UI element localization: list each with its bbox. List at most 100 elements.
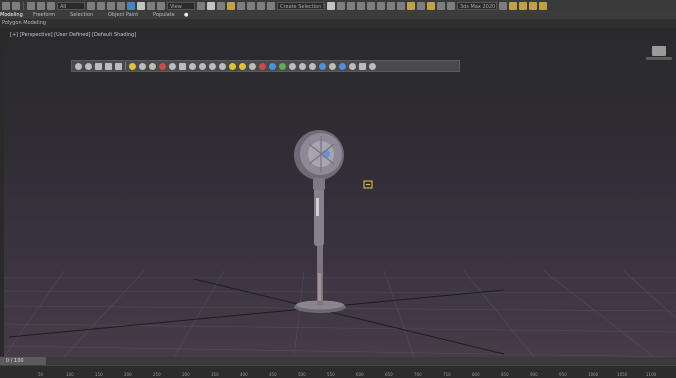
globe-icon[interactable] — [239, 62, 246, 70]
render-production-icon[interactable] — [427, 1, 435, 10]
viewport-label[interactable]: [+] [Perspective] [User Defined] [Defaul… — [10, 32, 136, 38]
decal-icon[interactable] — [299, 62, 306, 70]
selection-filter-dropdown[interactable]: All — [57, 1, 85, 10]
grid-axis-x — [8, 289, 505, 338]
tab-modeling[interactable]: Modeling — [0, 11, 23, 19]
help-icon[interactable] — [369, 62, 376, 70]
palette-icon[interactable] — [169, 62, 176, 70]
track-bar-label: 400 — [240, 372, 248, 377]
render-icon[interactable] — [159, 62, 166, 70]
tab-selection[interactable]: Selection — [70, 11, 93, 19]
track-bar-label: 150 — [95, 372, 103, 377]
fur-icon[interactable] — [289, 62, 296, 70]
layout-icon[interactable] — [179, 62, 186, 70]
bottle-icon[interactable] — [349, 62, 356, 70]
material-editor-icon[interactable] — [397, 1, 405, 10]
select-place-icon[interactable] — [157, 1, 165, 10]
link-icon[interactable] — [27, 1, 35, 10]
mirror-icon[interactable] — [327, 1, 335, 10]
viewcube[interactable] — [652, 46, 666, 56]
select-by-name-icon[interactable] — [97, 1, 105, 10]
perspective-viewport[interactable]: [+] [Perspective] [User Defined] [Defaul… — [0, 28, 676, 357]
a360-gallery-icon[interactable] — [447, 1, 455, 10]
shape-icon[interactable] — [209, 62, 216, 70]
light-icon[interactable] — [129, 62, 136, 70]
pivot-center-icon[interactable] — [197, 1, 205, 10]
timeline[interactable]: 0 / 100 — [0, 357, 676, 365]
cloud-icon[interactable] — [75, 62, 82, 70]
browse-folder-icon[interactable] — [529, 1, 537, 10]
select-move-icon[interactable] — [127, 1, 135, 10]
keyboard-shortcut-override-icon[interactable] — [217, 1, 225, 10]
particle-icon[interactable] — [259, 62, 266, 70]
time-slider[interactable]: 0 / 100 — [0, 357, 46, 365]
toggle-ribbon-icon[interactable] — [367, 1, 375, 10]
ribbon-toggle-icon[interactable]: ● — [184, 11, 188, 19]
tab-object-paint[interactable]: Object Paint — [108, 11, 138, 19]
edit-named-selection-icon[interactable] — [267, 1, 275, 10]
unlink-icon[interactable] — [37, 1, 45, 10]
track-bar[interactable]: 50 100 150 200 250 300 350 400 450 500 5… — [0, 365, 676, 378]
rendered-frame-window-icon[interactable] — [417, 1, 425, 10]
track-bar-label: 350 — [211, 372, 219, 377]
teapot-icon[interactable] — [329, 62, 336, 70]
workspace-dropdown[interactable]: 3ds Max 2020 — [457, 1, 497, 10]
polygon-modeling-panel[interactable]: Polygon Modeling — [0, 19, 676, 28]
atmosphere-icon[interactable] — [269, 62, 276, 70]
cloth-icon[interactable] — [309, 62, 316, 70]
toggle-layer-explorer-icon[interactable] — [357, 1, 365, 10]
track-bar-label: 1000 — [588, 372, 599, 377]
tab-populate[interactable]: Populate — [153, 11, 175, 19]
track-bar-label: 1050 — [617, 372, 628, 377]
window-crossing-icon[interactable] — [117, 1, 125, 10]
dome-icon[interactable] — [189, 62, 196, 70]
rectangular-selection-icon[interactable] — [107, 1, 115, 10]
layer-list-icon[interactable] — [105, 62, 112, 70]
align-icon[interactable] — [337, 1, 345, 10]
proxy-icon[interactable] — [359, 62, 366, 70]
select-rotate-icon[interactable] — [137, 1, 145, 10]
named-selection-dropdown[interactable]: Create Selection Se — [277, 1, 325, 10]
scene-list-icon[interactable] — [115, 62, 122, 70]
graph-editor-icon[interactable] — [95, 62, 102, 70]
viewcube-compass[interactable] — [646, 57, 672, 60]
undo-icon[interactable] — [2, 1, 10, 10]
plant-icon[interactable] — [279, 62, 286, 70]
track-bar-label: 300 — [182, 372, 190, 377]
project-folder-icon[interactable] — [499, 1, 507, 10]
spinner-snap-icon[interactable] — [257, 1, 265, 10]
gear-icon[interactable] — [139, 62, 146, 70]
angle-snap-icon[interactable] — [237, 1, 245, 10]
sun-icon[interactable] — [229, 62, 236, 70]
reference-coordinate-dropdown[interactable]: View — [167, 1, 195, 10]
select-object-icon[interactable] — [87, 1, 95, 10]
fan-control-panel — [316, 198, 319, 216]
snaps-toggle-icon[interactable] — [227, 1, 235, 10]
ocean-icon[interactable] — [319, 62, 326, 70]
brush-icon[interactable] — [249, 62, 256, 70]
ribbon-icon[interactable] — [85, 62, 92, 70]
manipulate-icon[interactable] — [207, 1, 215, 10]
render-in-cloud-icon[interactable] — [437, 1, 445, 10]
timer-icon[interactable] — [149, 62, 156, 70]
schematic-view-icon[interactable] — [387, 1, 395, 10]
track-bar-label: 950 — [559, 372, 567, 377]
extra-folder-icon[interactable] — [539, 1, 547, 10]
open-folder-icon[interactable] — [509, 1, 517, 10]
toggle-scene-explorer-icon[interactable] — [347, 1, 355, 10]
percent-snap-icon[interactable] — [247, 1, 255, 10]
select-scale-icon[interactable] — [147, 1, 155, 10]
cone-icon[interactable] — [219, 62, 226, 70]
main-toolbar: All View Create Selection Se 3ds Max 202… — [0, 0, 676, 11]
tab-freeform[interactable]: Freeform — [33, 11, 55, 19]
bind-space-warp-icon[interactable] — [47, 1, 55, 10]
camera-icon[interactable] — [339, 62, 346, 70]
curve-editor-icon[interactable] — [377, 1, 385, 10]
save-folder-icon[interactable] — [519, 1, 527, 10]
redo-icon[interactable] — [12, 1, 20, 10]
track-bar-label: 100 — [66, 372, 74, 377]
toolbar-separator — [23, 1, 24, 10]
sphere-icon[interactable] — [199, 62, 206, 70]
render-setup-icon[interactable] — [407, 1, 415, 10]
track-bar-label: 600 — [356, 372, 364, 377]
